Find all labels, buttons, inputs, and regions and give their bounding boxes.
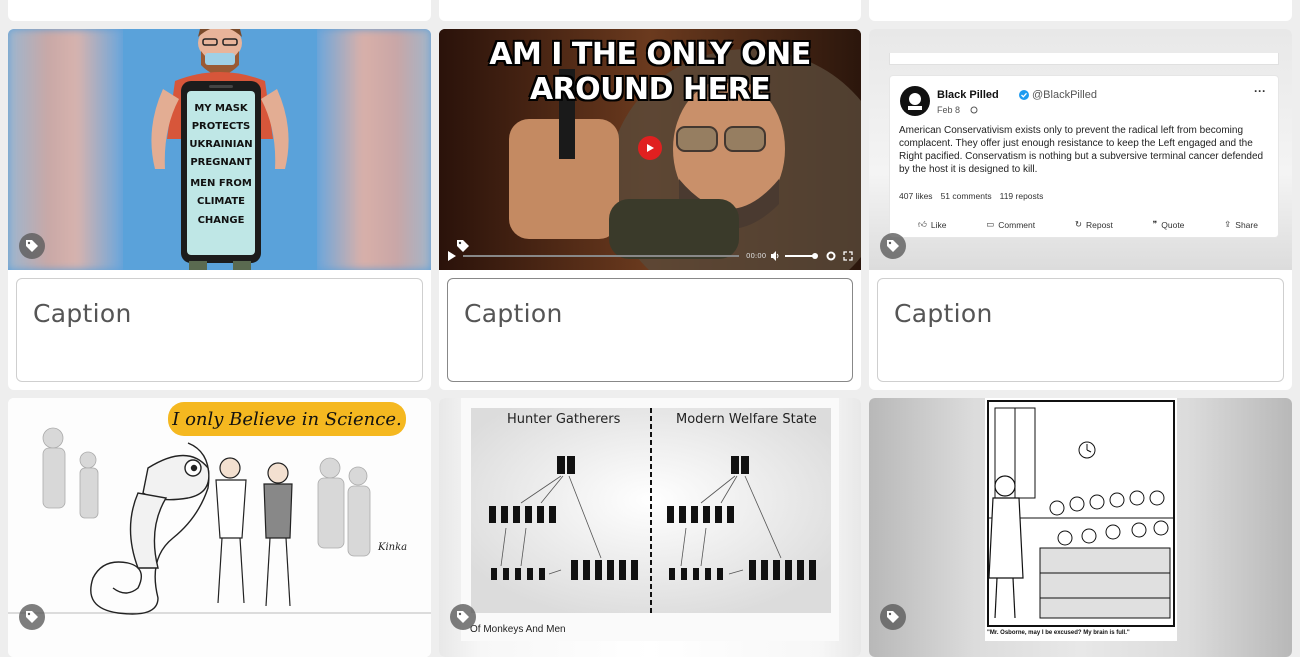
svg-text:CHANGE: CHANGE — [198, 215, 245, 226]
caption-input[interactable]: Caption — [16, 278, 423, 382]
tweet-author: Black Pilled — [937, 89, 999, 101]
svg-text:PREGNANT: PREGNANT — [190, 157, 252, 168]
verified-icon — [1019, 90, 1029, 100]
tag-icon[interactable] — [19, 604, 45, 630]
previous-card-bottom — [869, 0, 1292, 21]
volume-slider[interactable] — [785, 255, 815, 257]
meme-card-video: AM I THE ONLY ONE AROUND HERE 00:00 Capt… — [439, 29, 861, 390]
tag-icon[interactable] — [19, 233, 45, 259]
tweet-card: Black Pilled @BlackPilled Feb 8 ··· Amer… — [889, 75, 1279, 238]
video-player[interactable]: AM I THE ONLY ONE AROUND HERE 00:00 — [439, 29, 861, 270]
quote-icon: ❞ — [1152, 219, 1158, 229]
video-time: 00:00 — [746, 252, 767, 260]
svg-text:CLIMATE: CLIMATE — [197, 196, 245, 207]
tweet-handle: @BlackPilled — [1032, 89, 1097, 101]
meme-image[interactable]: MY MASK PROTECTS UKRAINIAN PREGNANT MEN … — [8, 29, 431, 270]
svg-text:MY MASK: MY MASK — [194, 103, 249, 114]
svg-text:UKRAINIAN: UKRAINIAN — [189, 139, 252, 150]
comment-button[interactable]: ▭ Comment — [986, 219, 1035, 230]
avatar — [900, 86, 930, 116]
previous-card-bottom — [439, 0, 861, 21]
tag-icon[interactable] — [880, 233, 906, 259]
tweet-body: American Conservativism exists only to p… — [899, 125, 1264, 175]
svg-text:PROTECTS: PROTECTS — [192, 121, 251, 132]
diagram-caption: Of Monkeys And Men — [470, 624, 566, 635]
globe-icon — [970, 106, 978, 114]
caption-input[interactable]: Caption — [447, 278, 853, 382]
artist-signature: Kinka — [377, 542, 407, 553]
meme-card-mask: MY MASK PROTECTS UKRAINIAN PREGNANT MEN … — [8, 29, 431, 390]
svg-text:MEN FROM: MEN FROM — [190, 178, 252, 189]
likes-count: 407 likes — [899, 191, 933, 201]
play-button[interactable] — [638, 136, 662, 160]
meme-card-chameleon: Kinka I only Believe in Science. — [8, 398, 431, 657]
reposts-count: 119 reposts — [999, 191, 1044, 201]
cartoon-image[interactable]: Kinka I only Believe in Science. — [8, 398, 431, 657]
comments-count: 51 comments — [940, 191, 992, 201]
video-title: AM I THE ONLY ONE AROUND HERE — [489, 37, 811, 107]
tweet-top-edge — [889, 53, 1279, 65]
welfare-diagram — [461, 398, 839, 641]
share-button[interactable]: ⇪ Share — [1224, 219, 1258, 230]
comic-caption: "Mr. Osborne, may I be excused? My brain… — [987, 630, 1130, 636]
previous-card-bottom — [8, 0, 431, 21]
comic-image[interactable]: "Mr. Osborne, may I be excused? My brain… — [869, 398, 1292, 657]
diagram-right-title: Modern Welfare State — [676, 412, 817, 427]
more-options-icon[interactable]: ··· — [1254, 84, 1266, 98]
tweet-image[interactable]: Black Pilled @BlackPilled Feb 8 ··· Amer… — [869, 29, 1292, 270]
meme-card-tweet: Black Pilled @BlackPilled Feb 8 ··· Amer… — [869, 29, 1292, 390]
tweet-date: Feb 8 — [937, 105, 961, 115]
progress-bar[interactable] — [463, 255, 739, 257]
repost-button[interactable]: ↻ Repost — [1075, 219, 1113, 230]
volume-icon[interactable] — [770, 251, 780, 261]
tag-icon[interactable] — [450, 604, 476, 630]
mask-man-illustration: MY MASK PROTECTS UKRAINIAN PREGNANT MEN … — [123, 29, 317, 270]
meme-card-comic: "Mr. Osborne, may I be excused? My brain… — [869, 398, 1292, 657]
tag-icon[interactable] — [450, 233, 476, 259]
tweet-actions: 👍︎ Like ▭ Comment ↻ Repost ❞ Quote ⇪ Share — [918, 219, 1258, 230]
caption-placeholder: Caption — [464, 299, 563, 328]
volume-handle[interactable] — [812, 253, 818, 259]
tag-icon[interactable] — [880, 604, 906, 630]
share-icon: ⇪ — [1224, 219, 1232, 229]
diagram-left-title: Hunter Gatherers — [507, 412, 621, 427]
caption-input[interactable]: Caption — [877, 278, 1284, 382]
quote-button[interactable]: ❞ Quote — [1153, 219, 1185, 230]
tweet-stats: 407 likes 51 comments 119 reposts — [899, 191, 1043, 201]
caption-placeholder: Caption — [894, 299, 993, 328]
settings-icon[interactable] — [826, 251, 836, 261]
like-button[interactable]: 👍︎ Like — [918, 219, 946, 230]
repost-icon: ↻ — [1074, 219, 1082, 229]
video-controls: 00:00 — [439, 242, 861, 270]
comment-icon: ▭ — [986, 219, 995, 229]
diagram-image[interactable]: Hunter Gatherers Modern Welfare State Of… — [439, 398, 861, 657]
fullscreen-icon[interactable] — [843, 251, 853, 261]
meme-card-diagram: Hunter Gatherers Modern Welfare State Of… — [439, 398, 861, 657]
caption-placeholder: Caption — [33, 299, 132, 328]
classroom-comic — [985, 398, 1177, 641]
chameleon-cartoon: Kinka — [8, 398, 431, 657]
speech-bubble: I only Believe in Science. — [168, 402, 406, 436]
thumbs-up-icon: 👍︎ — [918, 219, 927, 229]
